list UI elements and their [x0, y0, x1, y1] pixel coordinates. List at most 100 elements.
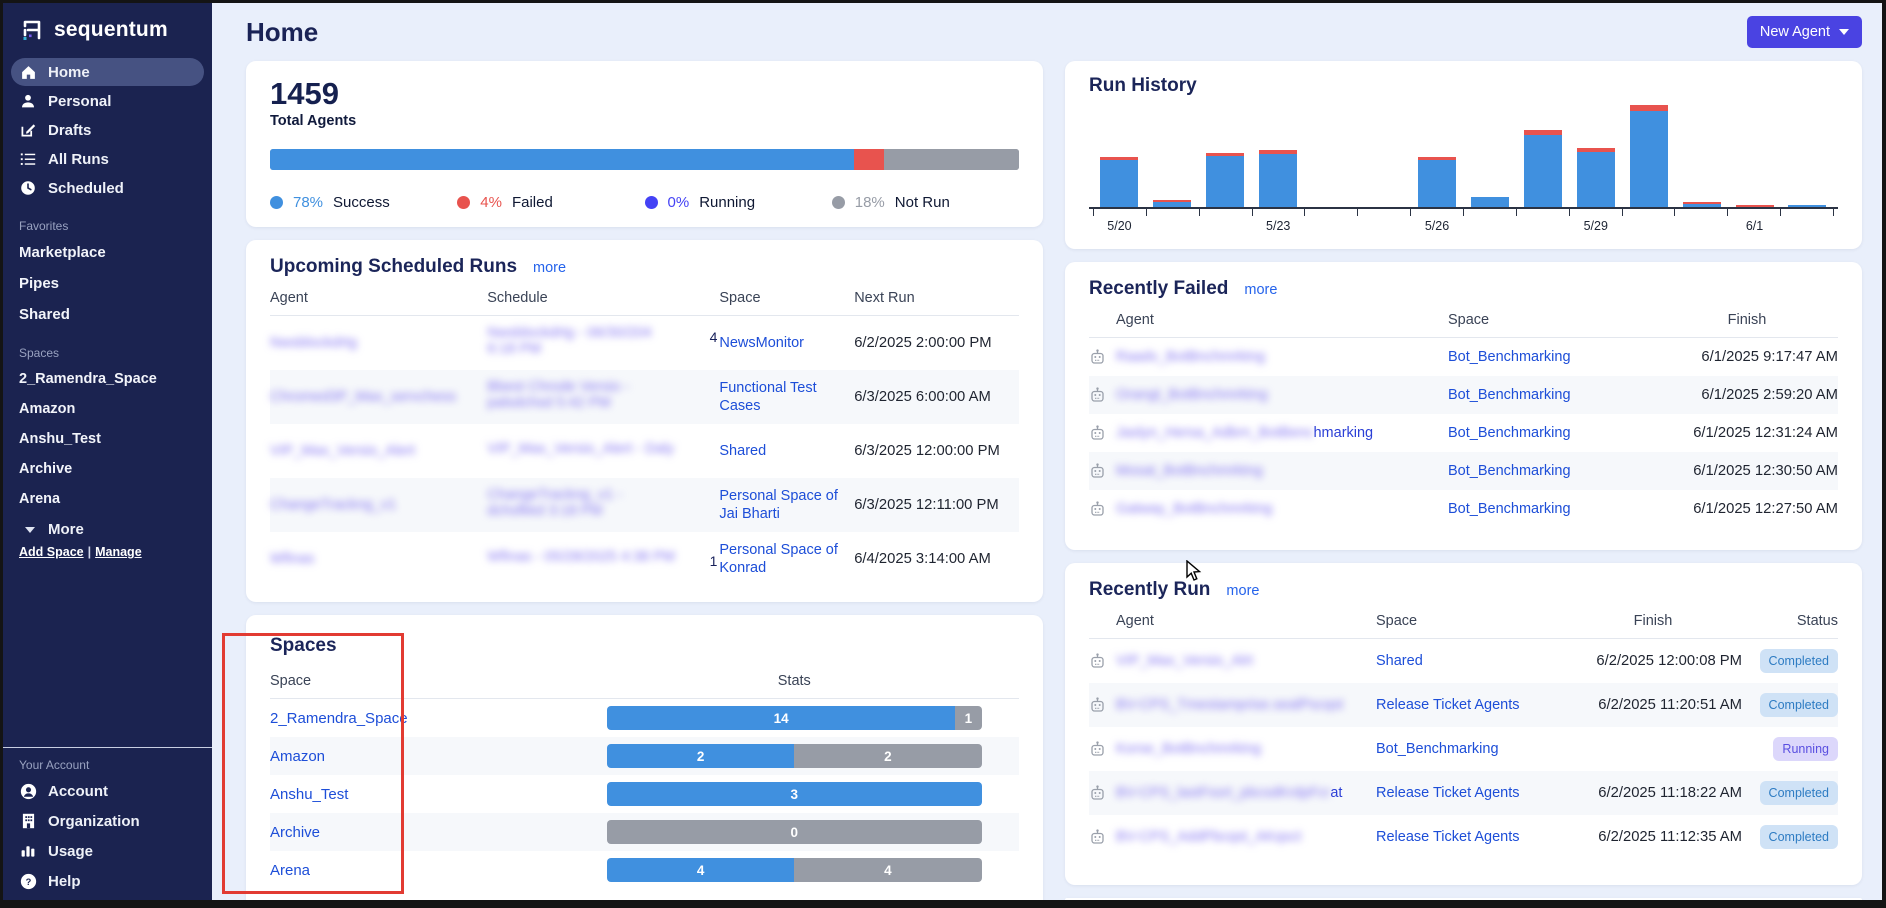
- upcoming-more-link[interactable]: more: [533, 260, 566, 276]
- x-axis-labels: 5/205/235/265/296/1: [1089, 219, 1838, 233]
- blurred-agent-name[interactable]: VIP_Max_Versio_Alert: [270, 443, 415, 459]
- space-link[interactable]: Arena: [270, 862, 607, 879]
- account-icon: [19, 782, 37, 800]
- sidebar-item-help[interactable]: ? Help: [3, 866, 212, 896]
- agent-cell[interactable]: BV-CPS_lastFssrt_pbcsdKrdpFcrat: [1089, 785, 1376, 801]
- agent-cell[interactable]: BV-CPS_AddPbcqst_AKqsct: [1089, 829, 1376, 845]
- run-table-body: VIP_Max_Versio_AlrtShared6/2/2025 12:00:…: [1089, 639, 1838, 859]
- agent-cell[interactable]: ChangeTrackng_v1: [270, 496, 487, 514]
- space-link[interactable]: Amazon: [270, 748, 607, 765]
- space-link[interactable]: Personal Space of Konrad: [719, 542, 838, 576]
- blurred-agent-name[interactable]: VIP_Max_Versio_Alrt: [1116, 653, 1253, 669]
- progress-segment-not-run: [884, 149, 1019, 170]
- axis-tick: [1410, 209, 1463, 216]
- blurred-agent-name[interactable]: Nwsblockdrtg: [270, 335, 357, 351]
- recently-run-more-link[interactable]: more: [1226, 583, 1259, 599]
- right-column: Run History 5/205/235/265/296/1 Recently…: [1065, 61, 1862, 900]
- sidebar-item-marketplace[interactable]: Marketplace: [3, 237, 212, 268]
- agent-cell[interactable]: BV-CPS_Tmestamprise.sealPscqst: [1089, 697, 1376, 713]
- chart-bar-5/20: [1100, 157, 1138, 207]
- sidebar-item-pipes[interactable]: Pipes: [3, 268, 212, 299]
- sidebar-item-account[interactable]: Account: [3, 776, 212, 806]
- acct-item-label: Help: [48, 873, 81, 890]
- agent-cell[interactable]: Orangt_BotBnchmrktng: [1089, 387, 1448, 403]
- blurred-agent-name[interactable]: Korse_BotBnchmrktng: [1116, 741, 1261, 757]
- sidebar-space-anshu-test[interactable]: Anshu_Test: [3, 424, 212, 454]
- agent-cell[interactable]: Jaslyn_Hersa_Adbrn_BotBenchmarking: [1089, 425, 1448, 441]
- blurred-agent-name[interactable]: BV-CPS_Tmestamprise.sealPscqst: [1116, 697, 1343, 713]
- blurred-schedule: Nwsblockdrtg - 06/30/204 6:18 PM: [487, 325, 683, 357]
- space-link[interactable]: Personal Space of Jai Bharti: [719, 488, 838, 522]
- space-link[interactable]: Release Ticket Agents: [1376, 697, 1519, 713]
- agent-cell[interactable]: VIP_Max_Versio_Alrt: [1089, 653, 1376, 669]
- agent-cell[interactable]: Gatway_BotBnchmrktng: [1089, 501, 1448, 517]
- space-link[interactable]: Shared: [1376, 653, 1423, 669]
- blurred-agent-name[interactable]: BV-CPS_AddPbcqst_AKqsct: [1116, 829, 1301, 845]
- spaces-row: Anshu_Test3: [270, 775, 1019, 813]
- space-link[interactable]: Bot_Benchmarking: [1448, 349, 1571, 365]
- new-agent-button[interactable]: New Agent: [1747, 16, 1862, 48]
- space-link[interactable]: NewsMonitor: [719, 335, 804, 351]
- space-link[interactable]: Release Ticket Agents: [1376, 829, 1519, 845]
- recently-run-title: Recently Run: [1089, 579, 1210, 601]
- space-link[interactable]: Archive: [270, 824, 607, 841]
- space-link[interactable]: Bot_Benchmarking: [1376, 741, 1499, 757]
- sidebar-item-drafts[interactable]: Drafts: [11, 116, 204, 144]
- blurred-agent-name[interactable]: Orangt_BotBnchmrktng: [1116, 387, 1268, 403]
- x-axis-label: [1516, 219, 1569, 233]
- sidebar-item-usage[interactable]: Usage: [3, 836, 212, 866]
- space-link[interactable]: Bot_Benchmarking: [1448, 387, 1571, 403]
- recently-failed-more-link[interactable]: more: [1244, 282, 1277, 298]
- blurred-agent-name[interactable]: Wfinas: [270, 551, 314, 567]
- blurred-agent-name[interactable]: Chromed3P_Max_servchess: [270, 389, 456, 405]
- finish-cell: 6/1/2025 12:30:50 AM: [1656, 462, 1838, 480]
- blurred-agent-name[interactable]: Raadv_BotBnchmrktng: [1116, 349, 1265, 365]
- space-cell: Release Ticket Agents: [1376, 828, 1564, 846]
- space-link[interactable]: Bot_Benchmarking: [1448, 425, 1571, 441]
- sidebar-item-scheduled[interactable]: Scheduled: [11, 174, 204, 202]
- sidebar-item-shared[interactable]: Shared: [3, 299, 212, 330]
- blurred-agent-name[interactable]: BV-CPS_lastFssrt_pbcsdKrdpFcr: [1116, 785, 1330, 801]
- upcoming-row: Chromed3P_Max_servchessBbest Chrode Vers…: [270, 370, 1019, 424]
- agent-cell[interactable]: Mosat_BotBnchmrktng: [1089, 463, 1448, 479]
- main-header: Home New Agent: [246, 11, 1862, 53]
- agent-cell[interactable]: Wfinas: [270, 550, 487, 568]
- agent-cell[interactable]: Chromed3P_Max_servchess: [270, 388, 487, 406]
- manage-spaces-link[interactable]: Manage: [95, 545, 142, 559]
- acct-item-label: Account: [48, 783, 108, 800]
- chart-slot-6/2: [1781, 105, 1834, 207]
- sidebar-space-archive[interactable]: Archive: [3, 454, 212, 484]
- blurred-agent-name[interactable]: ChangeTrackng_v1: [270, 497, 396, 513]
- sidebar-space-2-ramendra[interactable]: 2_Ramendra_Space: [3, 364, 212, 394]
- space-link[interactable]: Release Ticket Agents: [1376, 785, 1519, 801]
- space-link[interactable]: Functional Test Cases: [719, 380, 816, 414]
- acct-item-label: Organization: [48, 813, 140, 830]
- bar-success-segment: [1577, 152, 1615, 207]
- blurred-agent-name[interactable]: Gatway_BotBnchmrktng: [1116, 501, 1272, 517]
- add-space-link[interactable]: Add Space: [19, 545, 84, 559]
- sidebar-more-toggle[interactable]: More: [3, 514, 212, 542]
- x-axis-label: [1305, 219, 1358, 233]
- agent-cell[interactable]: Nwsblockdrtg: [270, 334, 487, 352]
- x-axis-label: 5/23: [1252, 219, 1305, 233]
- agent-cell[interactable]: Korse_BotBnchmrktng: [1089, 741, 1376, 757]
- space-link[interactable]: Anshu_Test: [270, 786, 607, 803]
- agent-cell[interactable]: Raadv_BotBnchmrktng: [1089, 349, 1448, 365]
- space-link[interactable]: Shared: [719, 443, 766, 459]
- col-status: Status: [1742, 613, 1838, 629]
- sidebar-item-all-runs[interactable]: All Runs: [11, 145, 204, 173]
- sidebar-item-organization[interactable]: Organization: [3, 806, 212, 836]
- sidebar-space-amazon[interactable]: Amazon: [3, 394, 212, 424]
- blurred-agent-name[interactable]: Jaslyn_Hersa_Adbrn_BotBenc: [1116, 425, 1313, 441]
- space-link[interactable]: Bot_Benchmarking: [1448, 501, 1571, 517]
- agent-cell[interactable]: VIP_Max_Versio_Alert: [270, 442, 487, 460]
- sidebar-space-arena[interactable]: Arena: [3, 484, 212, 514]
- space-link[interactable]: Bot_Benchmarking: [1448, 463, 1571, 479]
- left-column: 1459 Total Agents 78%Success4%Failed0%Ru…: [246, 61, 1043, 900]
- space-link[interactable]: 2_Ramendra_Space: [270, 710, 607, 727]
- schedule-cell: Nwsblockdrtg - 06/30/204 6:18 PM4: [487, 325, 719, 362]
- sidebar-item-home[interactable]: Home: [11, 58, 204, 86]
- blurred-agent-name[interactable]: Mosat_BotBnchmrktng: [1116, 463, 1263, 479]
- sidebar-item-personal[interactable]: Personal: [11, 87, 204, 115]
- x-axis-label: 6/1: [1728, 219, 1781, 233]
